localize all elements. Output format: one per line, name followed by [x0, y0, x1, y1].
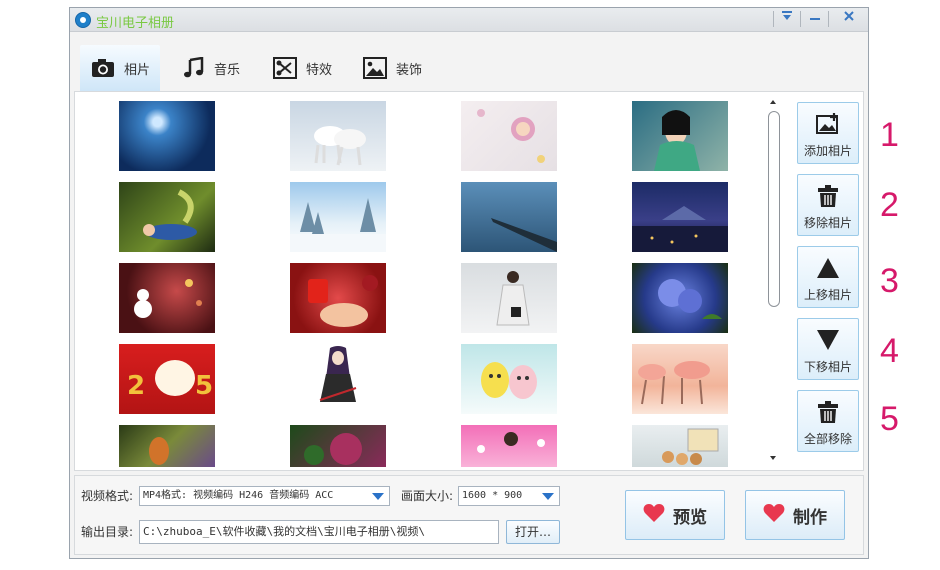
make-button[interactable]: 制作 — [745, 490, 845, 540]
output-settings-panel: 视频格式: MP4格式: 视频编码 H246 音频编码 ACC 画面大小: 16… — [74, 475, 864, 555]
dropdown-icon[interactable] — [776, 10, 798, 28]
output-dir-label: 输出目录: — [81, 525, 134, 539]
remove-all-button[interactable]: 全部移除 — [797, 390, 859, 452]
output-dir-field[interactable]: C:\zhuboa_E\软件收藏\我的文档\宝川电子相册\视频\ — [139, 520, 499, 544]
photo-thumbnail[interactable] — [461, 425, 557, 467]
photo-thumbnail[interactable] — [632, 101, 728, 171]
side-button-label: 全部移除 — [803, 432, 852, 446]
chevron-down-icon — [542, 493, 554, 500]
photo-list: 25 添加相片 移除相片 上移相片 下移相片 全部移除 — [74, 91, 864, 471]
triangle-down-icon — [816, 326, 840, 354]
frame-size-value: 1600 * 900 — [462, 490, 523, 501]
app-window: 宝川电子相册 相片 音乐 特效 装饰 2 5 添加相片 移除相片 上移相片 下移… — [69, 7, 869, 559]
preview-label: 预览 — [673, 507, 707, 528]
frame-size-select[interactable]: 1600 * 900 — [458, 486, 560, 506]
tab-bar: 相片 音乐 特效 装饰 — [70, 33, 868, 91]
photo-thumbnail[interactable] — [632, 182, 728, 252]
video-format-value: MP4格式: 视频编码 H246 音频编码 ACC — [143, 490, 334, 501]
photo-thumbnail[interactable] — [119, 263, 215, 333]
photo-list-scrollbar[interactable] — [768, 97, 780, 463]
titlebar-divider — [773, 11, 774, 27]
app-logo-icon — [75, 12, 91, 28]
tab-label: 音乐 — [214, 62, 241, 78]
side-button-label: 添加相片 — [803, 144, 852, 158]
scrollbar-thumb[interactable] — [768, 111, 780, 307]
trash-icon — [817, 398, 839, 426]
make-label: 制作 — [793, 507, 827, 528]
move-down-button[interactable]: 下移相片 — [797, 318, 859, 380]
trash-icon — [817, 182, 839, 210]
music-note-icon — [180, 57, 206, 79]
image-icon — [362, 57, 388, 79]
tab-photos[interactable]: 相片 — [80, 45, 161, 91]
triangle-up-icon — [816, 254, 840, 282]
photo-thumbnail[interactable] — [461, 263, 557, 333]
preview-button[interactable]: 预览 — [625, 490, 725, 540]
titlebar-divider — [828, 11, 829, 27]
tab-decorations[interactable]: 装饰 — [352, 45, 432, 91]
add-image-icon — [816, 110, 840, 138]
scroll-up-icon[interactable] — [770, 100, 776, 104]
move-up-button[interactable]: 上移相片 — [797, 246, 859, 308]
photo-thumbnail[interactable] — [119, 182, 215, 252]
photo-thumbnail[interactable] — [461, 344, 557, 414]
photo-thumbnail[interactable] — [632, 263, 728, 333]
svg-text:5: 5 — [195, 371, 213, 401]
photo-thumbnail[interactable] — [119, 425, 215, 467]
annotation-number: 5 — [880, 400, 899, 438]
photo-thumbnail[interactable] — [290, 263, 386, 333]
video-format-label: 视频格式: — [81, 489, 134, 503]
titlebar-divider — [800, 11, 801, 27]
video-format-select[interactable]: MP4格式: 视频编码 H246 音频编码 ACC — [139, 486, 390, 506]
photo-thumbnail[interactable] — [632, 425, 728, 467]
remove-photo-button[interactable]: 移除相片 — [797, 174, 859, 236]
photo-thumbnail[interactable] — [290, 344, 386, 414]
tab-label: 相片 — [124, 62, 151, 78]
photo-thumbnail[interactable] — [461, 182, 557, 252]
photo-thumbnail[interactable] — [119, 101, 215, 171]
window-title: 宝川电子相册 — [96, 16, 175, 31]
side-button-label: 下移相片 — [803, 360, 852, 374]
annotation-number: 4 — [880, 332, 899, 370]
photo-thumbnail[interactable] — [290, 182, 386, 252]
annotation-number: 1 — [880, 116, 899, 154]
heart-icon — [643, 503, 665, 528]
side-button-label: 移除相片 — [803, 216, 852, 230]
tab-label: 特效 — [306, 62, 333, 78]
annotation-number: 2 — [880, 186, 899, 224]
svg-text:2: 2 — [127, 371, 145, 401]
photo-thumbnail[interactable] — [290, 101, 386, 171]
minimize-icon[interactable] — [804, 10, 826, 28]
tab-music[interactable]: 音乐 — [170, 45, 250, 91]
photo-thumbnail[interactable] — [290, 425, 386, 467]
photo-thumbnail[interactable] — [461, 101, 557, 171]
side-button-label: 上移相片 — [803, 288, 852, 302]
tab-label: 装饰 — [396, 62, 423, 78]
chevron-down-icon — [372, 493, 384, 500]
camera-icon — [90, 57, 116, 79]
heart-icon — [763, 503, 785, 528]
tab-effects[interactable]: 特效 — [262, 45, 342, 91]
scroll-down-icon[interactable] — [770, 456, 776, 460]
open-dir-button[interactable]: 打开… — [506, 520, 560, 544]
title-bar: 宝川电子相册 — [70, 8, 868, 32]
annotation-number: 3 — [880, 262, 899, 300]
close-icon[interactable] — [838, 10, 860, 28]
photo-thumbnail[interactable]: 25 — [119, 344, 215, 414]
photo-thumbnail[interactable] — [632, 344, 728, 414]
add-photo-button[interactable]: 添加相片 — [797, 102, 859, 164]
scissors-icon — [272, 57, 298, 79]
frame-size-label: 画面大小: — [401, 489, 454, 503]
